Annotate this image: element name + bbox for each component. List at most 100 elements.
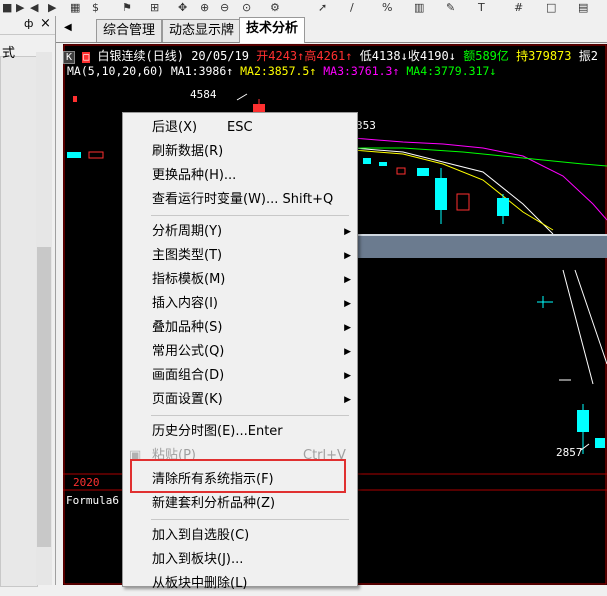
menu-new-arbitrage[interactable]: 新建套利分析品种(Z) <box>123 492 357 516</box>
stop-icon[interactable]: ■ <box>2 0 12 16</box>
menu-separator <box>151 215 349 216</box>
menu-refresh[interactable]: 刷新数据(R) <box>123 140 357 164</box>
menu-common-formulas[interactable]: 常用公式(Q) ▶ <box>123 340 357 364</box>
draw-icon[interactable]: ✎ <box>446 0 455 16</box>
symbol-icon[interactable]: □ <box>82 52 91 63</box>
left-panel-list[interactable] <box>0 56 38 587</box>
menu-refresh-label: 刷新数据(R) <box>152 144 224 159</box>
left-panel: ф × 式 <box>0 16 56 587</box>
grid-icon[interactable]: # <box>514 0 523 16</box>
box-icon[interactable]: □ <box>546 0 556 16</box>
candle <box>379 162 387 166</box>
menu-remove-from-sector[interactable]: 从板块中删除(L) <box>123 572 357 596</box>
menu-add-to-sector-label: 加入到板块(J)... <box>152 552 244 567</box>
menu-page-settings[interactable]: 页面设置(K) ▶ <box>123 388 357 412</box>
line-icon[interactable]: / <box>350 0 354 16</box>
open-interest: 持379873 <box>516 49 572 63</box>
submenu-arrow-icon: ▶ <box>344 395 351 405</box>
flag-icon[interactable]: ⚑ <box>122 0 132 16</box>
candle <box>497 198 509 216</box>
tab-comprehensive[interactable]: 综合管理 <box>96 19 163 42</box>
menu-main-chart-type-label: 主图类型(T) <box>152 248 223 263</box>
submenu-arrow-icon: ▶ <box>344 371 351 381</box>
amount: 额589亿 <box>463 49 509 63</box>
play-icon[interactable]: ▶ <box>16 0 24 16</box>
menu-view-runtime-vars[interactable]: 查看运行时变量(W)... Shift+Q <box>123 188 357 212</box>
ma-info-line: MA(5,10,20,60) MA1:3986↑ MA2:3857.5↑ MA3… <box>67 64 496 78</box>
menu-period[interactable]: 分析周期(Y) ▶ <box>123 220 357 244</box>
menu-overlay-symbol-label: 叠加品种(S) <box>152 320 223 335</box>
tab-technical-analysis[interactable]: 技术分析 <box>239 17 306 43</box>
move-icon[interactable]: ✥ <box>178 0 187 16</box>
tab-scroll-left-icon[interactable]: ◀ <box>64 22 72 33</box>
menu-history-intraday[interactable]: 历史分时图(E)...Enter <box>123 420 357 444</box>
layers-icon[interactable]: ▤ <box>578 0 588 16</box>
submenu-arrow-icon: ▶ <box>344 347 351 357</box>
menu-back-shortcut: ESC <box>227 120 253 135</box>
menu-new-arbitrage-label: 新建套利分析品种(Z) <box>152 496 276 511</box>
high-price-label: 4584 <box>190 88 217 101</box>
menu-insert-content-label: 插入内容(I) <box>152 296 218 311</box>
scrollbar-thumb[interactable] <box>37 247 51 547</box>
menu-add-to-sector[interactable]: 加入到板块(J)... <box>123 548 357 572</box>
menu-add-watchlist-label: 加入到自选股(C) <box>152 528 250 543</box>
submenu-arrow-icon: ▶ <box>344 323 351 333</box>
menu-common-formulas-label: 常用公式(Q) <box>152 344 225 359</box>
menu-add-watchlist[interactable]: 加入到自选股(C) <box>123 524 357 548</box>
candle <box>67 152 81 158</box>
low-price-label: 2857 <box>556 446 583 459</box>
menu-separator <box>151 519 349 520</box>
candle <box>577 410 589 432</box>
menu-back[interactable]: 后退(X) ESC <box>123 116 357 140</box>
tab-bar: ◀ 综合管理 动态显示牌 技术分析 <box>56 16 607 43</box>
candle <box>88 151 104 159</box>
zoom-out-icon[interactable]: ⊖ <box>220 0 229 16</box>
menu-change-symbol[interactable]: 更换品种(H)... <box>123 164 357 188</box>
k-badge[interactable]: K <box>63 51 76 64</box>
next-icon[interactable]: ▶ <box>48 0 56 16</box>
menu-overlay-symbol[interactable]: 叠加品种(S) ▶ <box>123 316 357 340</box>
candle <box>456 193 470 211</box>
menu-back-label: 后退(X) <box>152 120 198 135</box>
ma2-value: MA2:3857.5↑ <box>240 64 317 78</box>
amplitude: 振2 <box>578 49 598 63</box>
close-icon[interactable]: × <box>40 16 51 31</box>
tab-dynamic-board[interactable]: 动态显示牌 <box>162 19 242 42</box>
context-menu: 后退(X) ESC 刷新数据(R) 更换品种(H)... 查看运行时变量(W)..… <box>122 112 358 591</box>
zoom-reset-icon[interactable]: ⊙ <box>242 0 251 16</box>
menu-indicator-template[interactable]: 指标模板(M) ▶ <box>123 268 357 292</box>
menu-period-label: 分析周期(Y) <box>152 224 223 239</box>
menu-insert-content[interactable]: 插入内容(I) ▶ <box>123 292 357 316</box>
open-price: 开4243↑ <box>256 49 305 63</box>
menu-history-intraday-label: 历史分时图(E)...Enter <box>152 424 283 439</box>
text-icon[interactable]: T <box>478 0 485 16</box>
percent-icon[interactable]: % <box>382 0 392 16</box>
toolbar: ■ ▶ ◀ ▶ ▦ $ ⚑ ⊞ ✥ ⊕ ⊖ ⊙ ⚙ ➚ / % ▥ ✎ T # … <box>0 0 607 17</box>
candle <box>595 438 605 448</box>
quote-info-line: K □ 白银连续(日线) 20/05/19 开4243↑高4261↑ 低4138… <box>63 47 598 64</box>
prev-icon[interactable]: ◀ <box>30 0 38 16</box>
settings-icon[interactable]: ⚙ <box>270 0 280 16</box>
chart-icon[interactable]: ▦ <box>70 0 80 16</box>
zoom-in-icon[interactable]: ⊕ <box>200 0 209 16</box>
ma3-value: MA3:3761.3↑ <box>323 64 400 78</box>
pane-divider[interactable] <box>353 234 607 258</box>
close-price: 收4190↓ <box>407 49 456 63</box>
zoom-icon[interactable]: ⊞ <box>150 0 159 16</box>
low-price: 低4138↓ <box>359 49 408 63</box>
menu-page-settings-label: 页面设置(K) <box>152 392 223 407</box>
ma-label: MA(5,10,20,60) <box>67 64 164 78</box>
left-panel-scrollbar[interactable] <box>36 52 52 585</box>
pointer-icon[interactable]: ➚ <box>318 0 327 16</box>
menu-remove-from-sector-label: 从板块中删除(L) <box>152 576 248 591</box>
year-label: 2020 <box>73 476 100 489</box>
mid-price-label: 353 <box>356 119 376 132</box>
dollar-icon[interactable]: $ <box>92 0 99 16</box>
ma1-line <box>352 147 554 235</box>
candle <box>253 104 265 112</box>
bars-icon[interactable]: ▥ <box>414 0 424 16</box>
menu-main-chart-type[interactable]: 主图类型(T) ▶ <box>123 244 357 268</box>
menu-layout-combo[interactable]: 画面组合(D) ▶ <box>123 364 357 388</box>
submenu-arrow-icon: ▶ <box>344 227 351 237</box>
pin-icon[interactable]: ф <box>24 17 33 30</box>
